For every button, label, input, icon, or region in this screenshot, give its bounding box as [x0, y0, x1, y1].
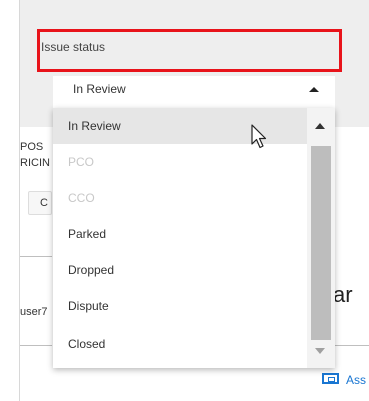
divider-line — [20, 256, 52, 257]
issue-status-dropdown: In Review PCO CCO Parked Dropped Dispute… — [53, 108, 335, 368]
issue-status-label: Issue status — [41, 40, 106, 54]
option-parked[interactable]: Parked — [53, 216, 307, 252]
background-text-pos: POS — [20, 141, 44, 153]
option-closed[interactable]: Closed — [53, 326, 307, 362]
assign-icon[interactable] — [322, 373, 339, 384]
background-tab[interactable]: C — [28, 191, 52, 215]
option-pco: PCO — [68, 155, 95, 169]
scroll-down-icon[interactable] — [315, 348, 325, 354]
divider-line — [333, 345, 369, 346]
background-user-text: user7 — [20, 306, 48, 318]
dropdown-scrollbar[interactable] — [307, 108, 335, 368]
scroll-up-icon[interactable] — [315, 123, 325, 129]
scroll-thumb[interactable] — [311, 146, 331, 340]
option-dispute[interactable]: Dispute — [53, 288, 307, 324]
option-dropped[interactable]: Dropped — [53, 252, 307, 288]
divider-line — [20, 345, 52, 346]
option-cco: CCO — [68, 191, 95, 205]
mouse-pointer-icon — [251, 124, 267, 149]
panel-divider — [19, 0, 20, 401]
assign-link[interactable]: Ass — [346, 373, 366, 387]
issue-status-selected-value: In Review — [73, 82, 126, 96]
option-in-review[interactable]: In Review — [53, 108, 307, 144]
caret-up-icon[interactable] — [309, 87, 319, 92]
background-heading-text: ar — [333, 282, 353, 307]
background-text-pricing: RICIN — [20, 157, 50, 169]
